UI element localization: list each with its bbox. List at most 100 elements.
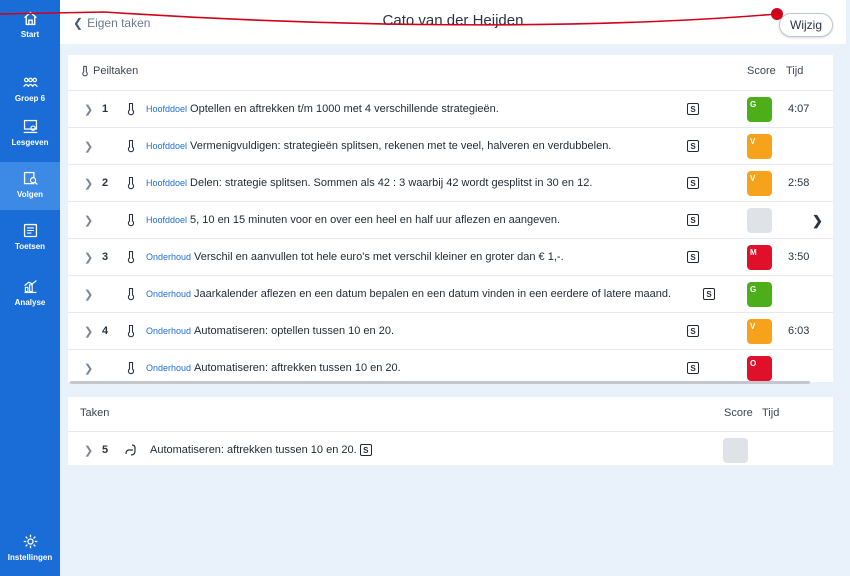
- score-box[interactable]: G: [747, 282, 772, 307]
- sidebar-item-lesgeven[interactable]: Lesgeven: [0, 118, 60, 158]
- edit-button[interactable]: Wijzig: [779, 13, 833, 37]
- group-icon: [22, 77, 38, 88]
- page-header: ❮ Eigen taken Cato van der Heijden Wijzi…: [60, 0, 846, 44]
- thermometer-icon: [127, 213, 135, 227]
- score-column-header: Score: [724, 407, 753, 419]
- chevron-right-icon[interactable]: ❯: [84, 177, 93, 190]
- row-text[interactable]: Hoofddoel 5, 10 en 15 minuten voor en ove…: [146, 214, 560, 226]
- row-number: 5: [102, 444, 109, 456]
- row-text[interactable]: Onderhoud Verschil en aanvullen tot hele …: [146, 251, 564, 263]
- row-text[interactable]: Automatiseren: aftrekken tussen 10 en 20…: [150, 444, 372, 457]
- row-category: Onderhoud: [146, 289, 192, 299]
- score-box[interactable]: O: [747, 356, 772, 381]
- lesson-icon: [23, 119, 37, 134]
- s-badge[interactable]: S: [687, 214, 699, 226]
- thermometer-icon: [127, 287, 135, 301]
- thermometer-icon: [127, 102, 135, 116]
- horizontal-scrollbar[interactable]: [70, 381, 810, 384]
- taken-heading: Taken: [80, 407, 110, 419]
- row-text[interactable]: Hoofddoel Optellen en aftrekken t/m 1000 …: [146, 103, 499, 115]
- sidebar-item-instellingen[interactable]: Instellingen: [0, 533, 60, 573]
- score-box[interactable]: V: [747, 134, 772, 159]
- row-category: Hoofddoel: [146, 104, 188, 114]
- chevron-right-icon[interactable]: ❯: [812, 213, 823, 229]
- tests-icon: [23, 223, 37, 238]
- row-title: Optellen en aftrekken t/m 1000 met 4 ver…: [190, 103, 499, 115]
- table-row[interactable]: ❯ 1 Hoofddoel Optellen en aftrekken t/m 100…: [68, 90, 833, 127]
- score-box[interactable]: G: [747, 97, 772, 122]
- row-number: 2: [102, 177, 109, 189]
- sidebar-item-label: Analyse: [14, 298, 46, 307]
- row-time: 4:07: [788, 103, 810, 115]
- follow-icon: [23, 171, 38, 185]
- s-badge[interactable]: S: [687, 325, 699, 337]
- sidebar-item-groep[interactable]: Groep 6: [0, 74, 60, 114]
- chevron-right-icon[interactable]: ❯: [84, 362, 93, 375]
- row-text[interactable]: Onderhoud Automatiseren: aftrekken tussen…: [146, 362, 401, 374]
- score-letter: V: [750, 174, 756, 183]
- chevron-right-icon[interactable]: ❯: [84, 288, 93, 301]
- s-badge[interactable]: S: [687, 362, 699, 374]
- table-row[interactable]: ❯ 3 Onderhoud Verschil en aanvullen tot hel…: [68, 238, 833, 275]
- sidebar-item-start[interactable]: Start: [0, 10, 60, 60]
- score-column-header: Score: [747, 65, 776, 77]
- row-text[interactable]: Onderhoud Automatiseren: optellen tussen …: [146, 325, 394, 337]
- s-badge[interactable]: S: [687, 103, 699, 115]
- thermometer-icon: [127, 176, 135, 190]
- score-letter: G: [750, 100, 757, 109]
- row-text[interactable]: Hoofddoel Delen: strategie splitsen. Somm…: [146, 177, 592, 189]
- row-number: 3: [102, 251, 109, 263]
- row-category: Hoofddoel: [146, 178, 188, 188]
- row-title: Jaarkalender aflezen en een datum bepale…: [194, 288, 672, 300]
- peiltaken-heading: Peiltaken: [80, 65, 138, 77]
- sidebar-item-label: Toetsen: [14, 242, 46, 251]
- row-time: 3:50: [788, 251, 810, 263]
- chevron-right-icon[interactable]: ❯: [84, 251, 93, 264]
- home-icon: [23, 11, 37, 26]
- sidebar-item-label: Lesgeven: [11, 138, 49, 147]
- time-column-header: Tijd: [786, 65, 804, 77]
- peiltaken-heading-label: Peiltaken: [93, 65, 139, 77]
- row-text[interactable]: Hoofddoel Vermenigvuldigen: strategieën s…: [146, 140, 611, 152]
- score-letter: V: [750, 322, 756, 331]
- chevron-right-icon[interactable]: ❯: [84, 214, 93, 227]
- gear-icon: [23, 534, 37, 549]
- s-badge[interactable]: S: [687, 177, 699, 189]
- sidebar: Start Groep 6 Lesgeven Volgen Toetsen An…: [0, 0, 60, 576]
- row-text[interactable]: Onderhoud Jaarkalender aflezen en een dat…: [146, 288, 671, 300]
- chevron-right-icon[interactable]: ❯: [84, 444, 93, 457]
- task-hand-icon: [125, 444, 136, 456]
- table-row[interactable]: ❯ 4 Onderhoud Automatiseren: optellen tusse…: [68, 312, 833, 349]
- table-row[interactable]: ❯ Hoofddoel 5, 10 en 15 minuten voor en ov…: [68, 201, 833, 238]
- chevron-right-icon[interactable]: ❯: [84, 325, 93, 338]
- score-letter: V: [750, 137, 756, 146]
- score-box[interactable]: [723, 438, 748, 463]
- s-badge[interactable]: S: [687, 251, 699, 263]
- row-title: Vermenigvuldigen: strategieën splitsen, …: [190, 140, 612, 152]
- sidebar-item-toetsen[interactable]: Toetsen: [0, 222, 60, 262]
- score-letter: O: [750, 359, 757, 368]
- sidebar-item-analyse[interactable]: Analyse: [0, 278, 60, 318]
- table-row[interactable]: ❯ 2 Hoofddoel Delen: strategie splitsen. So…: [68, 164, 833, 201]
- table-row[interactable]: ❯ Onderhoud Jaarkalender aflezen en een da…: [68, 275, 833, 312]
- page-title: Cato van der Heijden: [382, 12, 524, 29]
- score-letter: M: [750, 248, 757, 257]
- row-time: 6:03: [788, 325, 810, 337]
- sidebar-item-volgen[interactable]: Volgen: [0, 162, 60, 210]
- score-box[interactable]: V: [747, 319, 772, 344]
- s-badge[interactable]: S: [703, 288, 715, 300]
- score-box[interactable]: V: [747, 171, 772, 196]
- s-badge[interactable]: S: [687, 140, 699, 152]
- score-box[interactable]: [747, 208, 772, 233]
- s-badge[interactable]: S: [359, 444, 372, 457]
- chevron-right-icon[interactable]: ❯: [84, 140, 93, 153]
- row-number: 4: [102, 325, 109, 337]
- thermometer-icon: [127, 250, 135, 264]
- table-row[interactable]: ❯ Hoofddoel Vermenigvuldigen: strategieën …: [68, 127, 833, 164]
- row-category: Onderhoud: [146, 252, 192, 262]
- table-row[interactable]: ❯ 5 Automatiseren: aftrekken tussen 10 en …: [68, 431, 833, 468]
- chevron-right-icon[interactable]: ❯: [84, 103, 93, 116]
- row-number: 1: [102, 103, 109, 115]
- score-letter: G: [750, 285, 757, 294]
- score-box[interactable]: M: [747, 245, 772, 270]
